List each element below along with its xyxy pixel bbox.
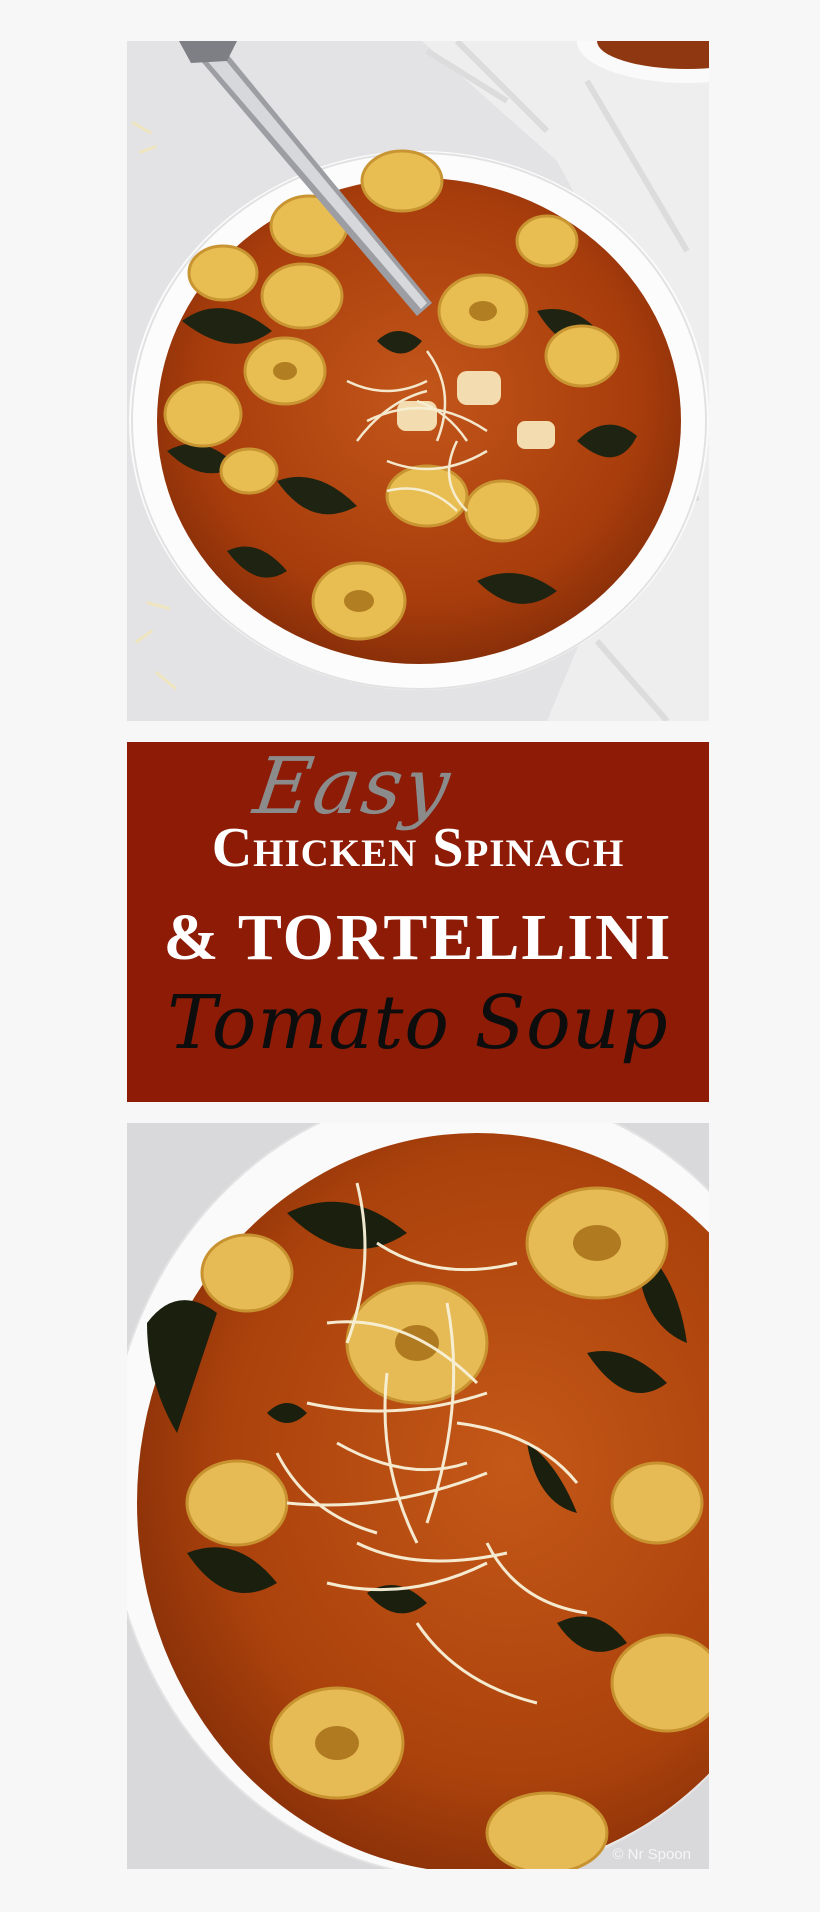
bottom-soup-photo: © Nr Spoon bbox=[127, 1123, 709, 1869]
top-soup-photo bbox=[127, 41, 709, 721]
title-line-tomato-soup: Tomato Soup bbox=[167, 980, 669, 1066]
title-line-tortellini: & TORTELLINI bbox=[163, 901, 673, 974]
title-line-chicken-spinach: Chicken Spinach bbox=[211, 817, 625, 879]
recipe-title-banner: Easy Chicken Spinach & TORTELLINI Tomato… bbox=[127, 742, 709, 1102]
photo-watermark: © Nr Spoon bbox=[612, 1846, 691, 1863]
top-soup-illustration bbox=[127, 41, 709, 721]
bottom-soup-illustration bbox=[127, 1123, 709, 1869]
